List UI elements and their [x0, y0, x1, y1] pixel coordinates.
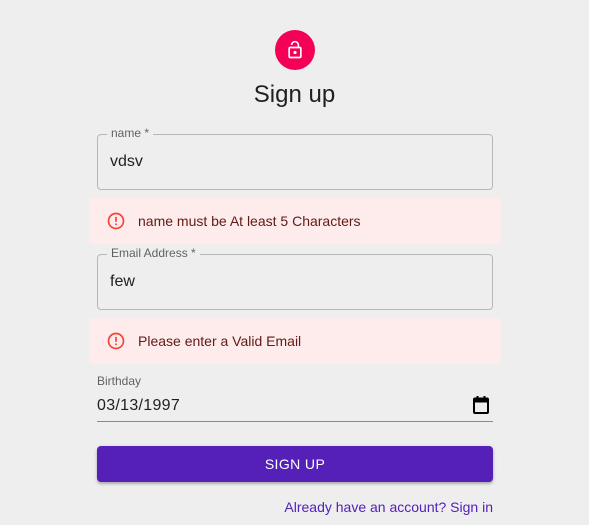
error-outline-icon: [107, 212, 125, 230]
name-error-message: name must be At least 5 Characters: [138, 213, 361, 229]
name-field-label: name *: [107, 126, 154, 140]
lock-open-icon: [288, 40, 302, 59]
birthday-date-input[interactable]: 03/13/1997: [97, 392, 493, 422]
sign-up-button[interactable]: SIGN UP: [97, 446, 493, 482]
name-field[interactable]: name *: [97, 126, 493, 190]
email-error-alert: Please enter a Valid Email: [89, 318, 501, 364]
avatar: [275, 30, 315, 70]
email-field-label: Email Address *: [107, 246, 200, 260]
email-field[interactable]: Email Address *: [97, 246, 493, 310]
name-input[interactable]: [110, 152, 470, 172]
birthday-value[interactable]: 03/13/1997: [97, 396, 180, 416]
page-title: Sign up: [253, 81, 336, 108]
error-outline-icon: [107, 332, 125, 350]
name-error-alert: name must be At least 5 Characters: [89, 198, 501, 244]
email-error-message: Please enter a Valid Email: [138, 333, 302, 349]
sign-in-link[interactable]: Already have an account? Sign in: [284, 499, 493, 515]
calendar-icon[interactable]: [473, 396, 489, 414]
birthday-label: Birthday: [97, 374, 142, 388]
email-input[interactable]: [110, 272, 470, 292]
